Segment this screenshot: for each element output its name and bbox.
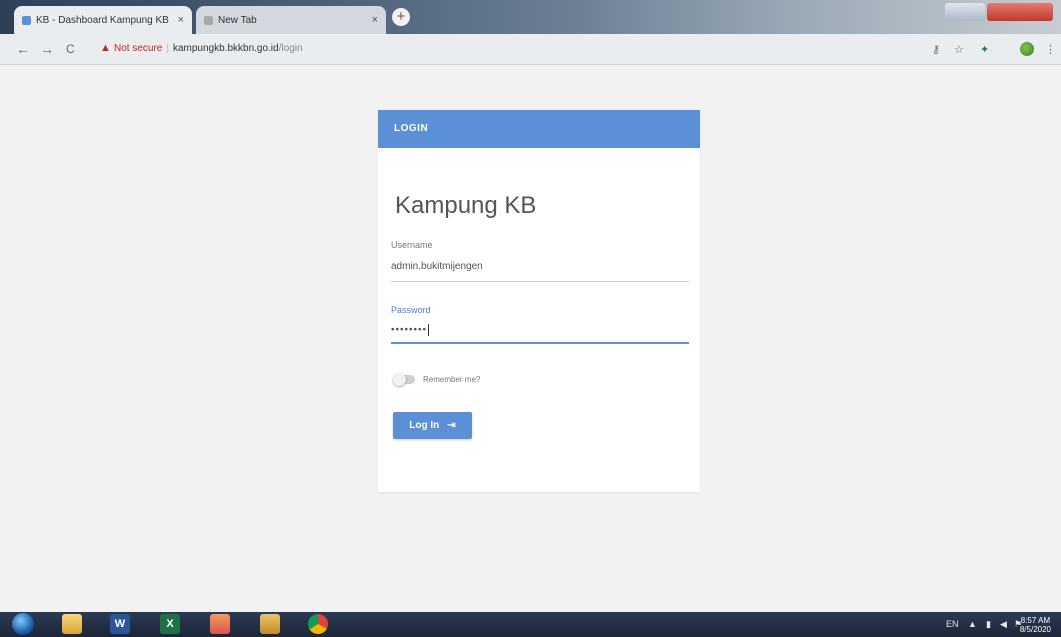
start-button[interactable]: [12, 613, 34, 635]
excel-icon[interactable]: X: [160, 614, 180, 634]
login-button-label: Log In: [409, 420, 440, 431]
star-icon[interactable]: ☆: [954, 43, 964, 56]
username-label: Username: [391, 240, 433, 250]
login-header: LOGIN: [378, 110, 700, 148]
language-indicator[interactable]: EN: [946, 619, 959, 629]
tab-title: KB - Dashboard Kampung KB: [36, 14, 169, 26]
clock-time: 8:57 AM: [1020, 616, 1051, 625]
favicon-icon: [204, 15, 213, 25]
browser-titlebar: KB - Dashboard Kampung KB × New Tab × +: [0, 0, 1061, 34]
volume-icon[interactable]: ◀: [1000, 619, 1007, 630]
address-bar[interactable]: Not secure | kampungkb.bkkbn.go.id/login: [114, 43, 303, 54]
warning-icon[interactable]: ▲: [100, 42, 111, 54]
url-path: /login: [278, 43, 303, 54]
remember-toggle[interactable]: [393, 373, 415, 386]
url-host: kampungkb.bkkbn.go.id: [172, 43, 279, 54]
reload-button[interactable]: C: [66, 42, 75, 56]
key-icon[interactable]: ⚷: [932, 43, 940, 56]
menu-icon[interactable]: ⋮: [1045, 43, 1056, 56]
password-underline: [391, 342, 689, 344]
folder-icon[interactable]: [260, 614, 280, 634]
favicon-icon: [22, 15, 31, 25]
forward-button[interactable]: →: [40, 41, 54, 57]
word-icon[interactable]: W: [110, 614, 130, 634]
security-label: Not secure: [114, 43, 163, 54]
browser-toolbar: ← → C ▲ Not secure | kampungkb.bkkbn.go.id…: [0, 34, 1061, 65]
tab-close-icon[interactable]: ×: [178, 14, 184, 26]
profile-icon[interactable]: [1020, 42, 1034, 56]
extension-icon[interactable]: ✦: [980, 43, 989, 56]
window-controls[interactable]: [945, 3, 1053, 21]
explorer-icon[interactable]: [62, 614, 82, 634]
taskbar: W X EN ▲ ▮ ◀ ⚑ 8:57 AM 8/5/2020: [0, 612, 1061, 637]
app-title: Kampung KB: [395, 192, 537, 219]
tab-dashboard[interactable]: KB - Dashboard Kampung KB ×: [14, 6, 192, 34]
tab-close-icon[interactable]: ×: [372, 14, 378, 26]
text-caret: [428, 324, 430, 336]
network-icon[interactable]: ▮: [986, 619, 991, 630]
username-field[interactable]: admin.bukitmijengen: [391, 261, 483, 272]
clock[interactable]: 8:57 AM 8/5/2020: [1020, 616, 1051, 634]
tab-title: New Tab: [218, 14, 257, 26]
password-label: Password: [391, 305, 431, 315]
remember-label: Remember me?: [423, 375, 481, 384]
tray-arrow-icon[interactable]: ▲: [968, 619, 977, 629]
login-button[interactable]: Log In ⇥: [393, 412, 472, 439]
password-mask: ••••••••: [391, 324, 428, 336]
password-field[interactable]: ••••••••: [391, 324, 430, 336]
tab-new-tab[interactable]: New Tab ×: [196, 6, 386, 34]
chrome-icon[interactable]: [308, 614, 328, 634]
new-tab-button[interactable]: +: [392, 8, 410, 26]
login-arrow-icon: ⇥: [447, 420, 456, 431]
paint-icon[interactable]: [210, 614, 230, 634]
username-underline: [391, 281, 689, 282]
clock-date: 8/5/2020: [1019, 625, 1051, 634]
back-button[interactable]: ←: [16, 41, 30, 57]
login-card: LOGIN Kampung KB Username admin.bukitmij…: [378, 110, 700, 492]
